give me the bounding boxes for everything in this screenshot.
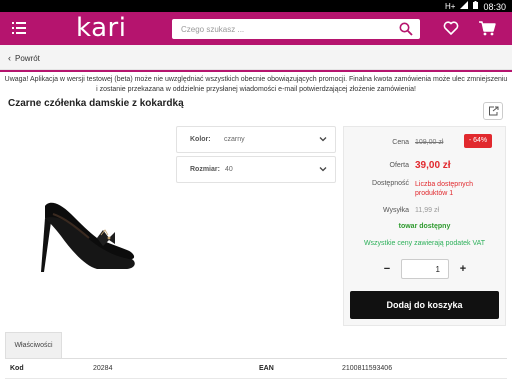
search-box [172,19,420,40]
clock: 08:30 [483,1,506,12]
size-label: Rozmiar: [190,166,220,173]
tab-properties[interactable]: Właściwości [5,332,62,358]
signal-icon [460,1,469,12]
search-icon[interactable] [399,22,413,36]
size-value: 40 [225,166,233,173]
chevron-down-icon [319,167,327,172]
network-indicator: H+ [445,1,456,11]
status-bar: H+ 08:30 [0,0,512,12]
color-value: czarny [224,136,245,143]
battery-icon [473,1,479,12]
color-label: Kolor: [190,136,211,143]
chevron-left-icon: ‹ [8,53,11,63]
chevron-down-icon [319,137,327,142]
quantity-decrease-button[interactable]: − [380,262,394,276]
shoe-image [41,202,135,272]
shipping-label: Wysyłka [383,207,409,214]
product-title: Czarne czółenka damskie z kokardką [8,98,184,109]
quantity-input[interactable] [401,259,449,279]
back-button[interactable]: ‹ Powrót [8,53,40,63]
table-row: Kod 20284 EAN 2100811593406 [5,359,507,379]
code-value: 20284 [93,365,113,372]
search-input[interactable] [172,19,392,40]
product-image[interactable] [5,126,170,291]
code-key: Kod [10,365,24,372]
menu-icon [12,22,26,34]
old-price: 109,00 zł [415,139,444,146]
heart-icon[interactable] [443,20,459,36]
accent-divider [0,70,512,72]
back-label: Powrót [15,53,40,63]
share-button[interactable] [483,102,503,120]
offer-label: Oferta [389,162,409,169]
availability-value: Liczba dostępnych produktów 1 [415,181,473,197]
beta-notice: Uwaga! Aplikacja w wersji testowej (beta… [4,76,508,93]
size-select[interactable]: Rozmiar: 40 [176,156,336,183]
share-icon [488,106,498,116]
menu-button[interactable] [10,20,28,36]
color-select[interactable]: Kolor: czarny [176,126,336,153]
discount-badge: - 64% [464,134,492,148]
availability-label: Dostępność [372,180,409,187]
offer-price: 39,00 zł [415,160,451,171]
cart-icon[interactable] [478,19,496,37]
add-to-cart-button[interactable]: Dodaj do koszyka [350,291,499,319]
ean-value: 2100811593406 [342,365,393,372]
stock-status: towar dostępny [398,223,451,230]
back-bar: ‹ Powrót [0,45,512,70]
price-label: Cena [392,139,409,146]
vat-note: Wszystkie ceny zawierają podatek VAT [363,240,486,247]
ean-key: EAN [259,365,274,372]
quantity-increase-button[interactable]: + [456,262,470,276]
shipping-value: 11,99 zł [415,207,439,214]
kari-logo[interactable]: kari [76,13,126,43]
